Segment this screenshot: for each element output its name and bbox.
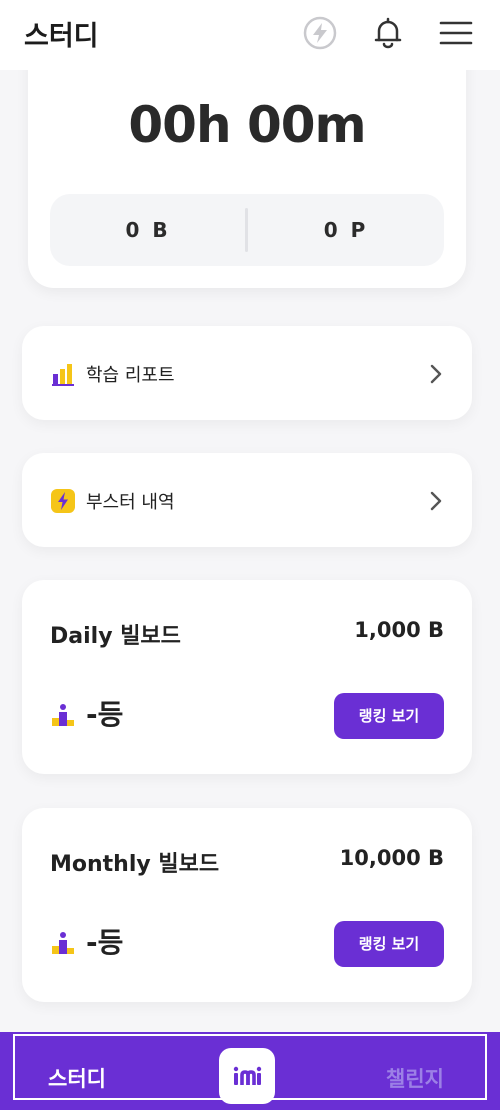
study-time: 00h 00m (128, 96, 366, 154)
app-header: 스터디 (0, 0, 500, 70)
monthly-billboard-title: Monthly 빌보드 (50, 852, 220, 877)
bell-icon[interactable] (368, 13, 408, 53)
bottom-nav: 스터디 챌린지 (0, 1032, 500, 1110)
daily-rank: -등 (86, 698, 124, 731)
monthly-ranking-button[interactable]: 랭킹 보기 (334, 921, 444, 967)
booster-history-card[interactable]: 부스터 내역 (22, 453, 472, 547)
chevron-right-icon (422, 360, 450, 388)
timer-stats: 0 B 0 P (50, 194, 444, 266)
nav-tab-study[interactable]: 스터디 (48, 1063, 106, 1093)
lightning-icon (50, 488, 76, 514)
chevron-right-icon (422, 487, 450, 515)
boost-icon[interactable] (300, 13, 340, 53)
daily-billboard-amount: 1,000 B (354, 618, 444, 642)
page-title: 스터디 (24, 21, 99, 52)
home-logo-button[interactable] (219, 1048, 275, 1104)
podium-icon (50, 930, 76, 956)
study-report-label: 학습 리포트 (86, 365, 175, 386)
p-points-value: 0 P (323, 218, 369, 242)
daily-billboard-title: Daily 빌보드 (50, 624, 181, 649)
hamburger-menu-icon[interactable] (436, 13, 476, 53)
booster-history-label: 부스터 내역 (86, 492, 175, 513)
monthly-billboard-amount: 10,000 B (339, 846, 444, 870)
daily-ranking-button[interactable]: 랭킹 보기 (334, 693, 444, 739)
bar-chart-icon (50, 361, 76, 387)
daily-billboard-card: Daily 빌보드 1,000 B -등 랭킹 보기 (22, 580, 472, 774)
study-report-card[interactable]: 학습 리포트 (22, 326, 472, 420)
study-screen: 2023.04.27 00h 00m 0 B 0 P 스터디 (0, 0, 500, 1110)
monthly-billboard-card: Monthly 빌보드 10,000 B -등 랭킹 보기 (22, 808, 472, 1002)
monthly-rank: -등 (86, 926, 124, 959)
b-points-value: 0 B (125, 218, 171, 242)
nav-tab-challenge[interactable]: 챌린지 (386, 1063, 444, 1093)
podium-icon (50, 702, 76, 728)
